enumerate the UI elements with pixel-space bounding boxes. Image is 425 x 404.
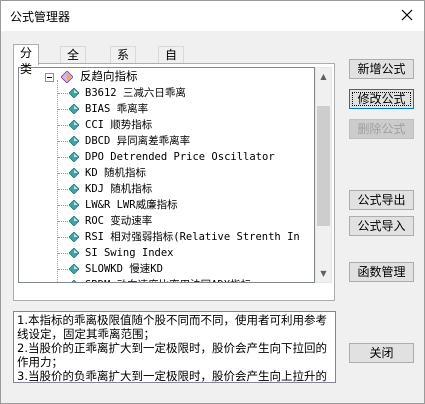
import-formula-button[interactable]: 公式导入	[349, 216, 414, 236]
tree-item[interactable]: RSI 相对强弱指标(Relative Strenth In	[68, 229, 300, 245]
description-text: 1.本指标的乖离极限值随个股不同而不同，使用者可利用参考线设定，固定其乖离范围；…	[17, 313, 327, 383]
tree-item-label: B3612 三减六日乖离	[85, 87, 186, 99]
formula-gem-icon	[68, 151, 80, 163]
formula-gem-icon	[68, 103, 80, 115]
tree-item-label: ROC 变动速率	[85, 215, 153, 227]
tab-category[interactable]: 分类	[13, 44, 40, 76]
close-icon[interactable]	[390, 1, 424, 30]
formula-description: 1.本指标的乖离极限值随个股不同而不同，使用者可利用参考线设定，固定其乖离范围；…	[13, 311, 336, 383]
tree-item-label: RSI 相对强弱指标(Relative Strenth In	[85, 231, 300, 243]
tree-item-label: KD 随机指标	[85, 167, 146, 179]
tab-panel: 反趋向指标 B3612 三减六日乖离 BIAS 乖离率 CCI 顺势指标 DBCD 异…	[13, 63, 335, 301]
formula-gem-icon	[69, 279, 79, 282]
tree-item-label: BIAS 乖离率	[85, 103, 149, 115]
formula-gem-icon	[68, 215, 80, 227]
tree-item-label: DBCD 异同离差乖离率	[85, 135, 191, 147]
tree-item-label: SRDM 动向速度比率用法同ADX指标	[85, 279, 251, 282]
tree-item[interactable]: BIAS 乖离率	[68, 101, 149, 117]
tree-item[interactable]: DBCD 异同离差乖离率	[68, 133, 191, 149]
tree-connector	[58, 221, 68, 222]
tab-all[interactable]: 全部	[60, 46, 87, 78]
tree-item-label: DPO Detrended Price Oscillator	[85, 151, 275, 163]
formula-gem-icon	[68, 183, 80, 195]
tree-item[interactable]: CCI 顺势指标	[68, 117, 153, 133]
formula-gem-icon	[68, 119, 80, 131]
tree-connector	[58, 205, 68, 206]
collapse-icon[interactable]	[45, 72, 54, 82]
tree-item-label: LW&R LWR威廉指标	[85, 199, 178, 211]
tree-connector	[58, 189, 68, 190]
tab-system[interactable]: 系统	[110, 46, 137, 78]
formula-gem-icon	[68, 263, 80, 275]
formula-manager-window: 公式管理器 分类 全部 系统 自定义 反趋向指标 B3612 三减六日乖	[0, 0, 425, 404]
tree-connector	[58, 269, 68, 270]
tree-item[interactable]: KDJ 随机指标	[68, 181, 153, 197]
tree-item[interactable]: SLOWKD 慢速KD	[68, 261, 163, 277]
scroll-thumb[interactable]	[317, 106, 330, 226]
title-bar: 公式管理器	[1, 1, 424, 31]
tree-item[interactable]: SI Swing Index	[68, 245, 174, 261]
formula-gem-icon	[68, 231, 80, 243]
tree-connector	[58, 253, 68, 254]
edit-formula-button[interactable]: 修改公式	[349, 89, 414, 109]
tree-item[interactable]: KD 随机指标	[68, 165, 146, 181]
tab-custom[interactable]: 自定义	[158, 46, 185, 94]
scroll-up-icon[interactable]: ▲	[316, 68, 331, 85]
formula-gem-icon	[68, 87, 80, 99]
tree-connector	[58, 125, 68, 126]
tree-item[interactable]: DPO Detrended Price Oscillator	[68, 149, 275, 165]
window-title: 公式管理器	[10, 10, 71, 24]
tree-item[interactable]: B3612 三减六日乖离	[68, 85, 186, 101]
tree-connector	[58, 237, 68, 238]
tree-item[interactable]: SRDM 动向速度比率用法同ADX指标	[69, 277, 251, 282]
scroll-down-icon[interactable]: ▼	[316, 265, 331, 282]
function-manager-button[interactable]: 函数管理	[349, 262, 414, 282]
tree-item-label: SI Swing Index	[85, 247, 174, 259]
tree-scrollbar[interactable]: ▲ ▼	[315, 67, 332, 283]
new-formula-button[interactable]: 新增公式	[349, 59, 414, 79]
tree-connector	[58, 109, 68, 110]
tree-node-label: 反趋向指标	[80, 69, 138, 83]
export-formula-button[interactable]: 公式导出	[349, 190, 414, 210]
formula-tree[interactable]: 反趋向指标 B3612 三减六日乖离 BIAS 乖离率 CCI 顺势指标 DBCD 异…	[18, 67, 315, 283]
tree-connector	[58, 157, 68, 158]
formula-gem-icon	[68, 199, 80, 211]
tree-item-label: SLOWKD 慢速KD	[85, 263, 163, 275]
tree-item-label: KDJ 随机指标	[85, 183, 153, 195]
tree-item-label: CCI 顺势指标	[85, 119, 153, 131]
category-gem-icon	[59, 70, 74, 84]
tree-connector	[58, 173, 68, 174]
tree-item[interactable]: ROC 变动速率	[68, 213, 153, 229]
delete-formula-button[interactable]: 删除公式	[349, 119, 414, 139]
tree-connector	[58, 141, 68, 142]
tree-item[interactable]: LW&R LWR威廉指标	[68, 197, 178, 213]
formula-gem-icon	[68, 167, 80, 179]
formula-gem-icon	[68, 247, 80, 259]
close-button[interactable]: 关闭	[349, 343, 414, 363]
tree-connector	[58, 93, 68, 94]
formula-gem-icon	[68, 135, 80, 147]
tree-node-anti-trend[interactable]: 反趋向指标	[45, 68, 138, 84]
